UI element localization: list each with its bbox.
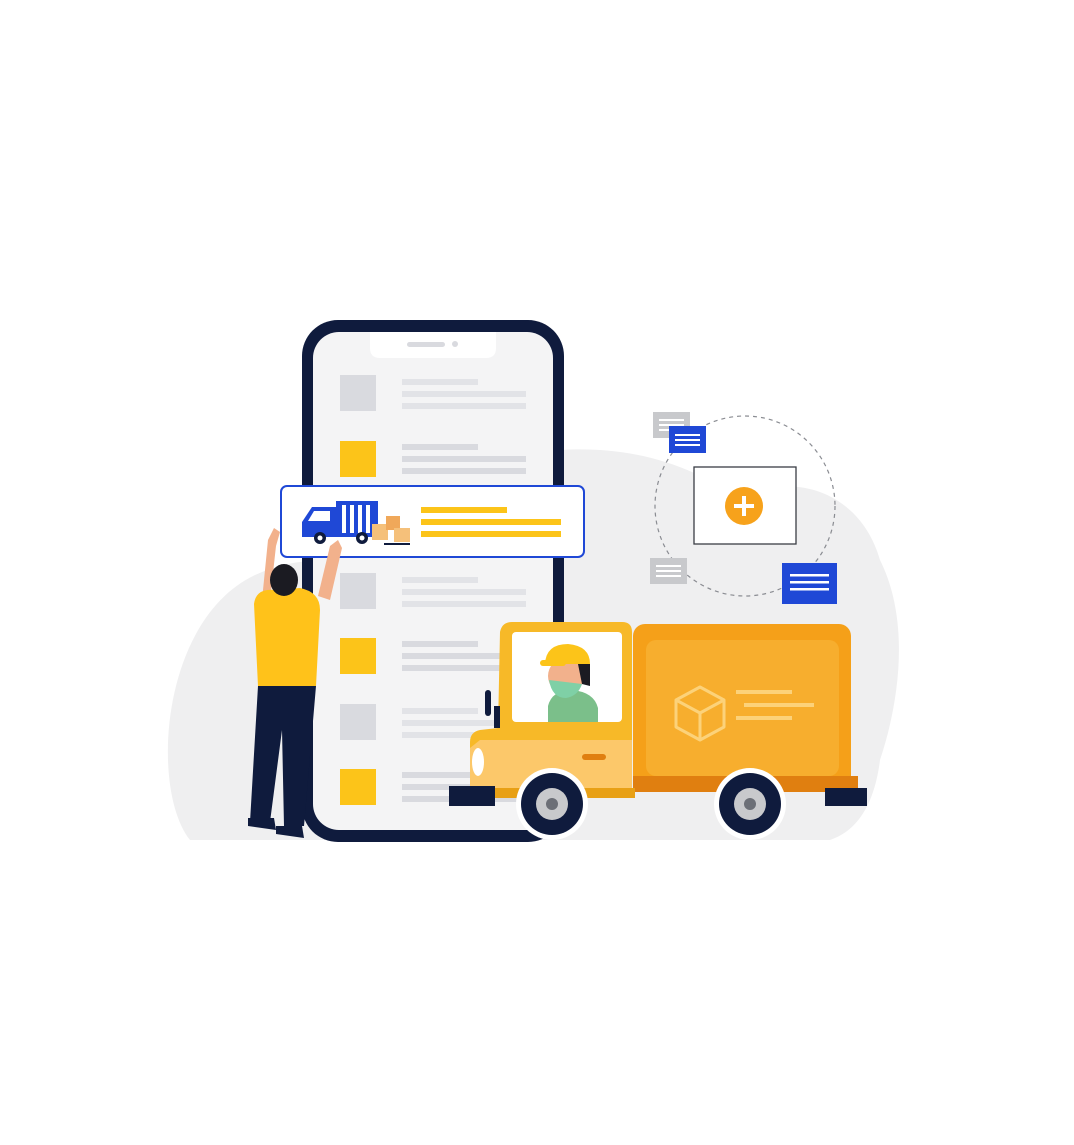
gray-note-card (650, 558, 687, 584)
rear-wheel (714, 768, 786, 840)
front-wheel (516, 768, 588, 840)
add-icon[interactable] (725, 487, 763, 525)
selected-delivery-card[interactable] (280, 485, 585, 558)
delivery-illustration (167, 320, 899, 842)
blue-note-card (669, 426, 706, 453)
blue-note-card (782, 563, 837, 604)
phone-speaker (407, 342, 445, 347)
phone-camera (452, 341, 458, 347)
